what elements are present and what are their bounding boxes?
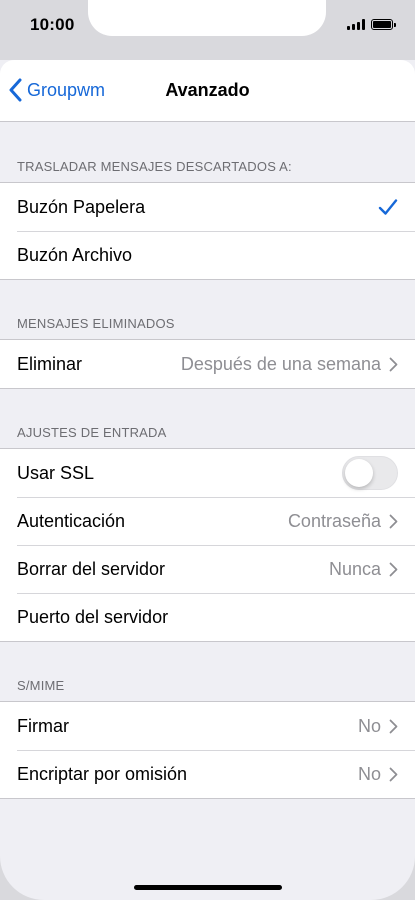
section-header-move-discarded: TRASLADAR MENSAJES DESCARTADOS A:	[0, 123, 415, 183]
row-value: Contraseña	[287, 510, 381, 531]
screen: 10:00 Groupwm Avanzado TRASLADAR MENSAJE…	[0, 0, 415, 900]
row-label: Buzón Archivo	[17, 244, 133, 265]
section-header-smime: S/MIME	[0, 642, 415, 702]
row-sign[interactable]: Firmar No	[0, 702, 415, 750]
row-label: Puerto del servidor	[17, 606, 169, 627]
row-label: Borrar del servidor	[17, 558, 166, 579]
row-label: Eliminar	[17, 353, 83, 374]
status-bar: 10:00	[0, 0, 415, 60]
row-value: Después de una semana	[180, 353, 381, 374]
row-label: Firmar	[17, 715, 69, 736]
group-deleted-messages: Eliminar Después de una semana	[0, 340, 415, 389]
row-delete[interactable]: Eliminar Después de una semana	[0, 340, 415, 388]
row-server-port[interactable]: Puerto del servidor	[0, 593, 415, 641]
ssl-toggle[interactable]	[342, 456, 398, 490]
toggle-knob	[345, 459, 373, 487]
row-trash-mailbox[interactable]: Buzón Papelera	[0, 183, 415, 231]
row-authentication[interactable]: Autenticación Contraseña	[0, 497, 415, 545]
chevron-right-icon	[389, 357, 398, 371]
page-title: Avanzado	[165, 80, 250, 100]
row-delete-from-server[interactable]: Borrar del servidor Nunca	[0, 545, 415, 593]
row-archive-mailbox[interactable]: Buzón Archivo	[0, 231, 415, 279]
section-header-deleted-messages: MENSAJES ELIMINADOS	[0, 280, 415, 340]
row-label: Autenticación	[17, 510, 126, 531]
device-frame: 10:00 Groupwm Avanzado TRASLADAR MENSAJE…	[0, 0, 415, 900]
group-incoming-settings: Usar SSL Autenticación Contraseña Borrar…	[0, 449, 415, 642]
group-smime: Firmar No Encriptar por omisión No	[0, 702, 415, 799]
group-move-discarded: Buzón Papelera Buzón Archivo	[0, 183, 415, 280]
status-time: 10:00	[30, 15, 75, 34]
chevron-right-icon	[389, 562, 398, 576]
home-indicator[interactable]	[134, 885, 282, 890]
chevron-right-icon	[389, 719, 398, 733]
settings-list: TRASLADAR MENSAJES DESCARTADOS A: Buzón …	[0, 123, 415, 799]
row-use-ssl: Usar SSL	[0, 449, 415, 497]
section-header-incoming-settings: AJUSTES DE ENTRADA	[0, 389, 415, 449]
row-label: Usar SSL	[17, 462, 95, 483]
row-label: Buzón Papelera	[17, 196, 146, 217]
notch	[88, 0, 326, 36]
checkmark-icon	[378, 199, 398, 215]
battery-icon	[371, 19, 396, 30]
row-value: Nunca	[328, 558, 381, 579]
navigation-bar: Groupwm Avanzado	[0, 60, 415, 122]
signal-icon	[347, 19, 365, 30]
row-encrypt-by-default[interactable]: Encriptar por omisión No	[0, 750, 415, 798]
status-icons	[347, 19, 396, 30]
chevron-right-icon	[389, 767, 398, 781]
chevron-right-icon	[389, 514, 398, 528]
row-value: No	[357, 715, 381, 736]
row-label: Encriptar por omisión	[17, 763, 188, 784]
row-value: No	[357, 763, 381, 784]
